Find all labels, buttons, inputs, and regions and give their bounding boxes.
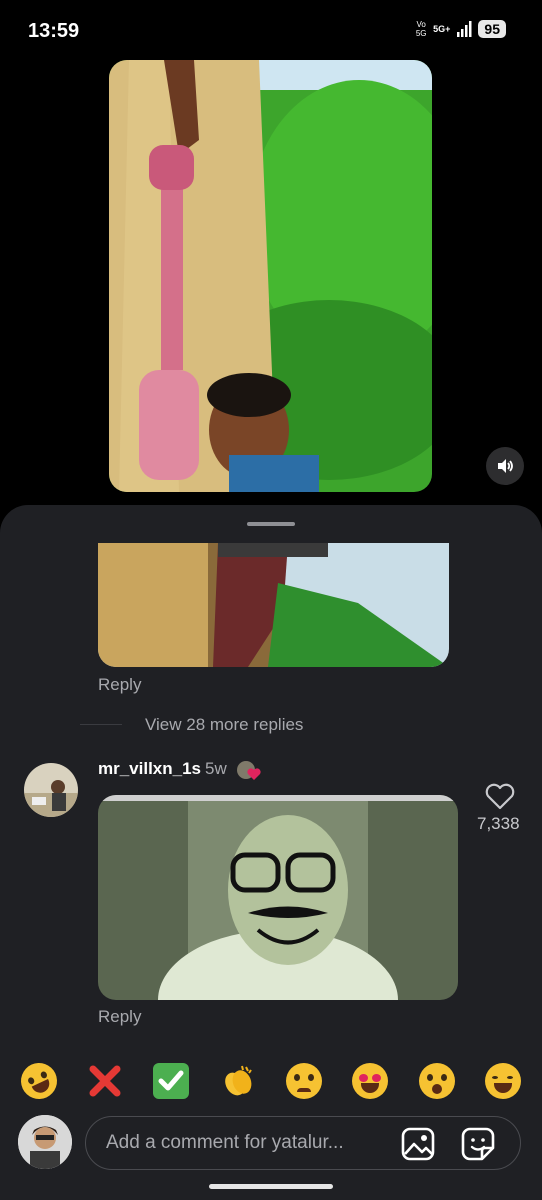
comment-username[interactable]: mr_villxn_1s xyxy=(98,759,201,779)
network-type: 5G+ xyxy=(433,24,451,34)
comment-time: 5w xyxy=(205,759,227,778)
speaker-icon xyxy=(498,459,513,473)
comment-input-placeholder: Add a comment for yatalur... xyxy=(106,1132,344,1153)
reply-media[interactable] xyxy=(98,543,449,667)
comment-gif-illustration xyxy=(98,795,458,1000)
gif-top-strip xyxy=(98,795,458,801)
emoji-sad-button[interactable] xyxy=(284,1061,324,1101)
emoji-check-button[interactable] xyxy=(151,1061,191,1101)
signal-icon xyxy=(457,21,472,37)
gallery-icon[interactable] xyxy=(400,1126,436,1162)
emoji-surprised-button[interactable] xyxy=(417,1061,457,1101)
commenter-avatar[interactable] xyxy=(24,763,78,817)
creator-liked-heart-icon xyxy=(237,761,261,780)
mute-toggle-button[interactable] xyxy=(486,447,524,485)
comment-gif[interactable] xyxy=(98,795,458,1000)
volte-indicator: Vo 5G xyxy=(415,20,427,38)
status-bar: 13:59 Vo 5G 5G+ 95 xyxy=(0,0,542,60)
sticker-icon[interactable] xyxy=(460,1126,496,1162)
home-indicator[interactable] xyxy=(209,1184,333,1189)
comment-input[interactable]: Add a comment for yatalur... xyxy=(85,1116,521,1170)
my-avatar[interactable] xyxy=(18,1115,72,1169)
video-frame-illustration xyxy=(109,60,432,492)
like-heart-icon[interactable] xyxy=(484,781,516,811)
check-mark-icon xyxy=(153,1063,189,1099)
video-preview[interactable] xyxy=(109,60,432,492)
battery-indicator: 95 xyxy=(478,20,506,38)
my-avatar-image xyxy=(18,1115,72,1169)
emoji-joy-button[interactable] xyxy=(483,1061,523,1101)
emoji-reaction-bar xyxy=(0,1057,542,1105)
status-icons: Vo 5G 5G+ 95 xyxy=(415,20,506,38)
cross-mark-icon xyxy=(89,1065,121,1097)
comments-sheet: Reply View 28 more replies mr_villxn_1s … xyxy=(0,505,542,1200)
emoji-rofl-button[interactable] xyxy=(15,1057,63,1105)
reply-media-illustration xyxy=(98,543,449,667)
view-more-divider xyxy=(80,724,122,725)
emoji-clap-button[interactable] xyxy=(218,1061,258,1101)
commenter-avatar-image xyxy=(24,763,78,817)
comment-like-count: 7,338 xyxy=(477,814,520,833)
emoji-cross-button[interactable] xyxy=(85,1061,125,1101)
emoji-heart-eyes-button[interactable] xyxy=(350,1061,390,1101)
status-time: 13:59 xyxy=(28,20,80,42)
reply-button[interactable]: Reply xyxy=(98,675,141,695)
view-more-replies-button[interactable]: View 28 more replies xyxy=(145,715,303,735)
sheet-drag-handle[interactable] xyxy=(247,522,295,526)
clap-icon xyxy=(225,1065,252,1096)
comment-reply-button[interactable]: Reply xyxy=(98,1007,141,1027)
